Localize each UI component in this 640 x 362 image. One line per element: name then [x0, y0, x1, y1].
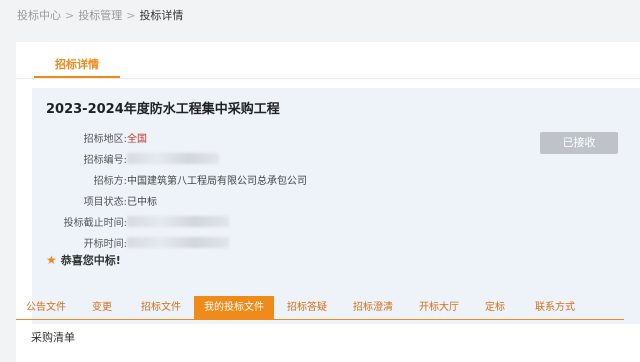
field-tenderer: 招标方: 中国建筑第八工程局有限公司总承包公司: [32, 171, 307, 187]
field-number: 招标编号:: [32, 150, 219, 166]
tab-qa[interactable]: 招标答疑: [274, 296, 340, 320]
breadcrumb-separator: >: [126, 8, 136, 22]
breadcrumb-separator: >: [65, 8, 75, 22]
tab-tender-docs[interactable]: 招标文件: [128, 296, 194, 320]
tab-announcement[interactable]: 公告文件: [16, 296, 76, 320]
detail-tabs: 公告文件 变更 招标文件 我的投标文件 招标答疑 招标澄清 开标大厅 定标 联系…: [16, 296, 624, 320]
project-title: 2023-2024年度防水工程集中采购工程: [46, 102, 280, 117]
header-divider: [16, 78, 640, 79]
congrats-text: 恭喜您中标!: [60, 254, 121, 267]
tenderer-label: 招标方:: [93, 175, 127, 187]
tab-tender-details[interactable]: 招标详情: [34, 56, 120, 76]
breadcrumb-bidding-center[interactable]: 投标中心: [17, 7, 61, 23]
redacted-number: [127, 152, 219, 164]
tab-opening-hall[interactable]: 开标大厅: [406, 296, 472, 320]
number-label: 招标编号:: [83, 154, 127, 166]
field-region: 招标地区: 全国: [32, 129, 147, 145]
field-deadline: 投标截止时间:: [32, 213, 229, 229]
breadcrumb: 投标中心 > 投标管理 > 投标详情: [17, 7, 183, 23]
tab-contact[interactable]: 联系方式: [518, 296, 592, 320]
received-status-button[interactable]: 已接收: [540, 132, 618, 154]
tab-changes[interactable]: 变更: [76, 296, 128, 320]
status-label: 项目状态:: [83, 196, 127, 208]
status-value: 已中标: [127, 196, 157, 208]
opening-label: 开标时间:: [83, 238, 127, 250]
procurement-list-title: 采购清单: [31, 331, 75, 344]
breadcrumb-bid-management[interactable]: 投标管理: [78, 7, 122, 23]
redacted-opening: [127, 236, 229, 248]
field-opening: 开标时间:: [32, 234, 229, 250]
detail-card: 招标详情 2023-2024年度防水工程集中采购工程 招标地区: 全国 招标编号…: [16, 42, 640, 362]
field-status: 项目状态: 已中标: [32, 192, 157, 208]
breadcrumb-bid-details: 投标详情: [139, 9, 184, 22]
deadline-label: 投标截止时间:: [63, 217, 127, 229]
tab-my-bid-docs[interactable]: 我的投标文件: [194, 296, 274, 320]
tenderer-value: 中国建筑第八工程局有限公司总承包公司: [127, 175, 307, 187]
project-info-panel: 2023-2024年度防水工程集中采购工程 招标地区: 全国 招标编号: 招标方…: [32, 88, 640, 324]
congrats-message: ★ 恭喜您中标!: [46, 252, 121, 268]
star-icon: ★: [46, 253, 57, 267]
redacted-deadline: [127, 215, 229, 227]
region-value: 全国: [127, 133, 147, 145]
tab-clarification[interactable]: 招标澄清: [340, 296, 406, 320]
tab-award[interactable]: 定标: [472, 296, 518, 320]
region-label: 招标地区:: [83, 133, 127, 145]
